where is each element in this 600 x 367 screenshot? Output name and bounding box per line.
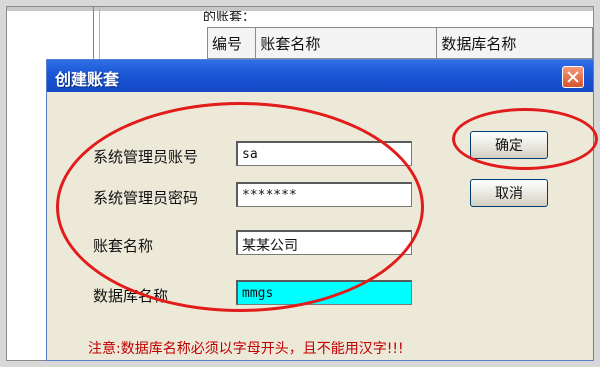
admin-account-input[interactable]: sa — [236, 141, 412, 166]
column-header-database-name[interactable]: 数据库名称 — [436, 27, 593, 59]
background-account-table: 编号 账套名称 数据库名称 — [206, 27, 593, 59]
admin-password-label: 系统管理员密码 — [93, 189, 199, 207]
background-toolbar-edge — [7, 7, 593, 11]
database-name-input[interactable]: mmgs — [236, 280, 412, 305]
account-name-label: 账套名称 — [93, 237, 154, 255]
ok-button[interactable]: 确定 — [470, 131, 548, 159]
background-partial-label: 的账套： — [203, 11, 256, 21]
close-icon[interactable] — [562, 66, 584, 88]
column-header-id[interactable]: 编号 — [206, 27, 257, 59]
cancel-button[interactable]: 取消 — [470, 179, 548, 207]
table-header-row: 编号 账套名称 数据库名称 — [206, 27, 593, 59]
account-name-input[interactable]: 某某公司 — [236, 230, 412, 255]
database-name-note: 注意:数据库名称必须以字母开头，且不能用汉字!!! — [88, 341, 404, 357]
database-name-label: 数据库名称 — [93, 287, 169, 305]
dialog-title: 创建账套 — [55, 70, 120, 89]
admin-account-label: 系统管理员账号 — [93, 148, 199, 166]
admin-password-input[interactable]: ******* — [236, 182, 412, 207]
create-account-dialog: 创建账套 系统管理员账号 sa 系统管理员密码 ******* 账套名称 某某公… — [46, 59, 594, 361]
dialog-titlebar[interactable]: 创建账套 — [47, 60, 593, 92]
column-header-account-name[interactable]: 账套名称 — [255, 27, 438, 59]
